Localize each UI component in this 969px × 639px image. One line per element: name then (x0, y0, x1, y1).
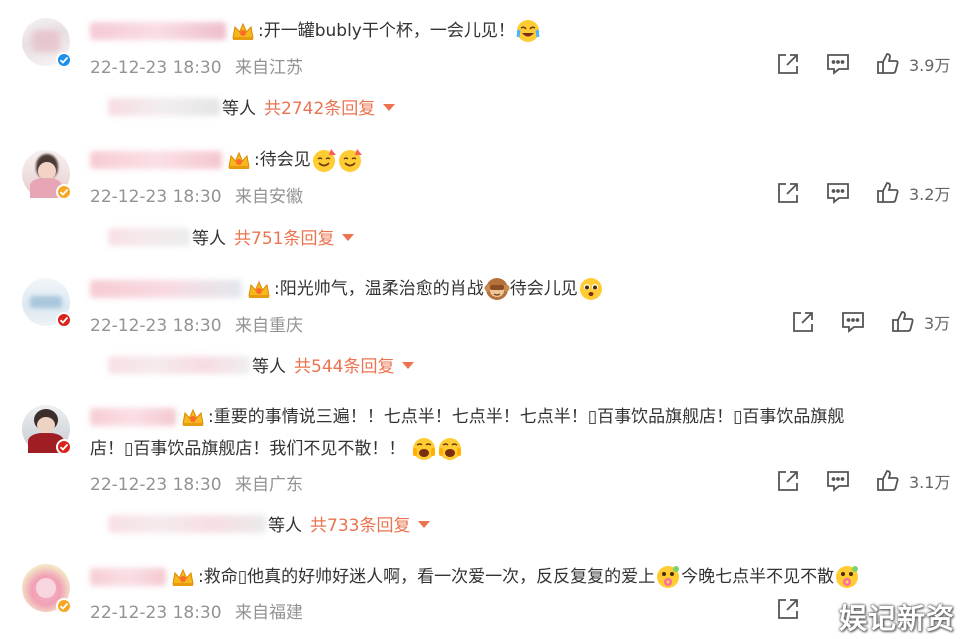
comment-text-line-2: 店！▯百事饮品旗舰店！我们不见不散！！ (90, 436, 463, 462)
crown-badge-icon (226, 149, 252, 171)
username[interactable] (90, 151, 222, 169)
timestamp: 22-12-23 18:30 (90, 603, 222, 623)
crown-badge-icon (170, 566, 196, 588)
watermark: 娱记新资 (838, 602, 955, 635)
reply-usernames (108, 227, 190, 246)
verified-badge-icon (56, 312, 72, 328)
reply-summary[interactable]: 等人 共751条回复 (108, 224, 355, 249)
avatar[interactable] (22, 18, 72, 68)
comment-actions (775, 596, 825, 622)
comment-icon[interactable] (840, 309, 866, 335)
comment-text: :开一罐bubly干个杯，一会儿见！ (90, 18, 541, 44)
location: 来自江苏 (234, 58, 303, 78)
reply-summary[interactable]: 等人 共733条回复 (108, 511, 431, 536)
comment-meta: 22-12-23 18:30 来自重庆 (90, 311, 303, 336)
chevron-down-icon[interactable] (402, 362, 415, 369)
share-icon[interactable] (775, 468, 801, 494)
reply-count-link[interactable]: 共733条回复 (310, 511, 410, 536)
comment-icon[interactable] (825, 468, 851, 494)
comment-meta: 22-12-23 18:30 来自安徽 (90, 182, 303, 207)
crying-laughing-emoji-icon (515, 18, 541, 44)
comment-icon[interactable] (825, 180, 851, 206)
reply-summary[interactable]: 等人 共544条回复 (108, 352, 415, 377)
party-emoji-icon (311, 147, 337, 173)
verified-badge-icon (56, 439, 72, 455)
reply-summary[interactable]: 等人 共2742条回复 (108, 94, 396, 119)
comment-text: :救命▯他真的好帅好迷人啊，看一次爱一次，反反复复的爱上 今晚七点半不见不散 (90, 564, 860, 590)
like-icon[interactable] (875, 468, 901, 494)
share-icon[interactable] (775, 596, 801, 622)
reply-count-link[interactable]: 共544条回复 (294, 352, 394, 377)
screaming-emoji-icon (437, 436, 463, 462)
comment-meta: 22-12-23 18:30 来自江苏 (90, 53, 303, 78)
location: 来自福建 (234, 603, 303, 623)
like-count: 3.9万 (909, 56, 951, 75)
location: 来自安徽 (234, 187, 303, 207)
comment-icon[interactable] (825, 51, 851, 77)
timestamp: 22-12-23 18:30 (90, 187, 222, 207)
comment-actions: 3.9万 (775, 51, 950, 77)
avatar[interactable] (22, 564, 72, 614)
comment-meta: 22-12-23 18:30 来自广东 (90, 470, 303, 495)
like-count: 3万 (924, 314, 951, 333)
share-icon[interactable] (790, 309, 816, 335)
username[interactable] (90, 408, 176, 426)
comment-actions: 3.2万 (775, 180, 950, 206)
share-icon[interactable] (775, 180, 801, 206)
timestamp: 22-12-23 18:30 (90, 316, 222, 336)
like-icon[interactable] (875, 180, 901, 206)
chevron-down-icon[interactable] (342, 234, 355, 241)
reply-count-link[interactable]: 共751条回复 (234, 224, 334, 249)
avatar[interactable] (22, 150, 72, 200)
comment-text: :阳光帅气，温柔治愈的肖战 待会儿见 (90, 276, 604, 302)
monkey-emoji-icon (484, 276, 510, 302)
like-count: 3.1万 (909, 473, 951, 492)
like-icon[interactable] (875, 51, 901, 77)
crown-badge-icon (246, 278, 272, 300)
username[interactable] (90, 568, 166, 586)
reply-usernames (108, 514, 266, 533)
flower-emoji-icon (655, 564, 681, 590)
chevron-down-icon[interactable] (418, 521, 431, 528)
comment-meta: 22-12-23 18:30 来自福建 (90, 598, 303, 623)
avatar[interactable] (22, 278, 72, 328)
username[interactable] (90, 280, 242, 298)
reply-usernames (108, 97, 220, 116)
timestamp: 22-12-23 18:30 (90, 475, 222, 495)
pleading-face-emoji-icon (578, 276, 604, 302)
location: 来自重庆 (234, 316, 303, 336)
verified-badge-icon (56, 184, 72, 200)
location: 来自广东 (234, 475, 303, 495)
comment-actions: 3.1万 (775, 468, 950, 494)
comment-text: :待会见 (90, 147, 363, 173)
comment-text-line-1: :重要的事情说三遍！！七点半！七点半！七点半！▯百事饮品旗舰店！▯百事饮品旗舰 (90, 405, 844, 429)
flower-emoji-icon (834, 564, 860, 590)
party-emoji-icon (337, 147, 363, 173)
screaming-emoji-icon (411, 436, 437, 462)
timestamp: 22-12-23 18:30 (90, 58, 222, 78)
crown-badge-icon (180, 406, 206, 428)
crown-badge-icon (230, 20, 256, 42)
username[interactable] (90, 22, 226, 40)
reply-usernames (108, 355, 250, 374)
avatar[interactable] (22, 405, 72, 455)
comment-actions: 3万 (790, 309, 950, 335)
like-count: 3.2万 (909, 185, 951, 204)
chevron-down-icon[interactable] (383, 104, 396, 111)
verified-badge-icon (56, 598, 72, 614)
share-icon[interactable] (775, 51, 801, 77)
verified-badge-icon (56, 52, 72, 68)
like-icon[interactable] (890, 309, 916, 335)
reply-count-link[interactable]: 共2742条回复 (264, 94, 375, 119)
